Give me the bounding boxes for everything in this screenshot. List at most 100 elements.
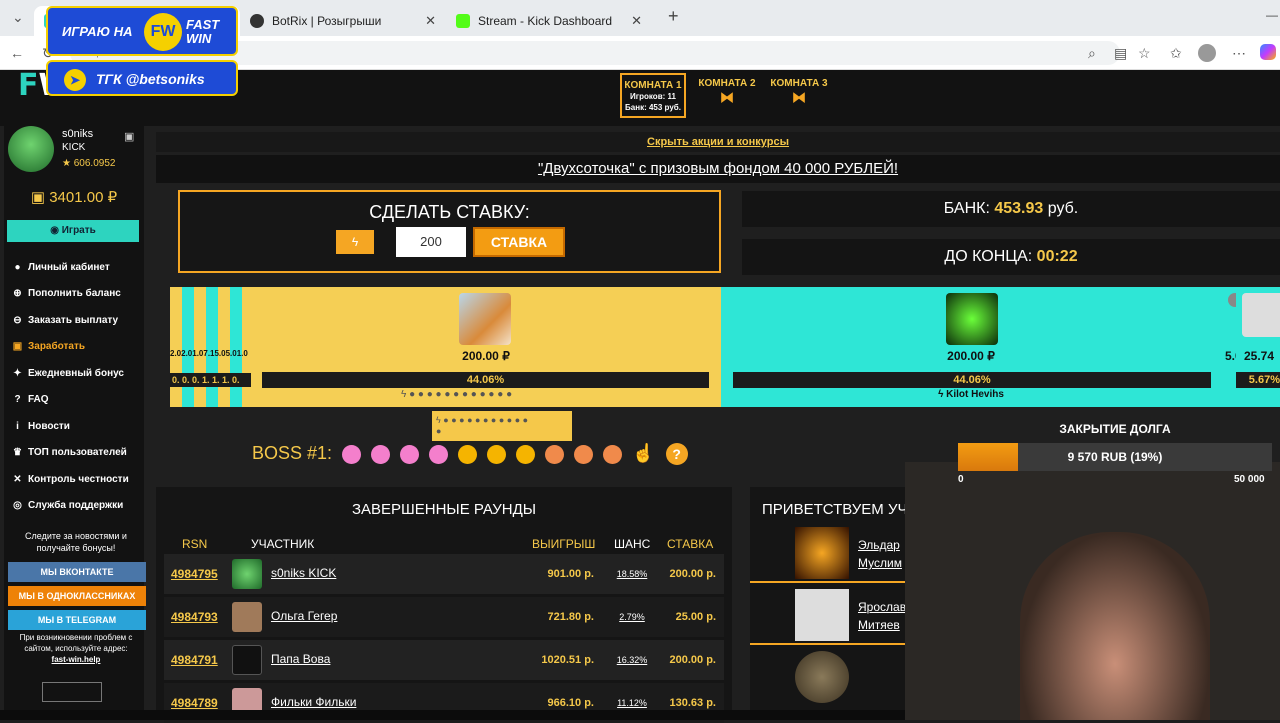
menu-withdraw[interactable]: ⊖ Заказать выплату (12, 307, 142, 334)
user-avatar[interactable] (8, 126, 54, 172)
player-slot-2[interactable]: 200.00 ₽ 44.06% ϟ Kilot Hevihs (721, 287, 1223, 407)
botrix-favicon (250, 14, 264, 28)
menu-faq[interactable]: ? FAQ (12, 387, 142, 414)
bolt-icon: ϟ (351, 235, 359, 249)
promo-headline[interactable]: "Двухсоточка" с призовым фондом 40 000 Р… (538, 160, 898, 177)
th-player: УЧАСТНИК (251, 537, 315, 551)
th-win: ВЫИГРЫШ (532, 537, 596, 551)
welcome-title: ПРИВЕТСТВУЕМ УЧ (762, 501, 908, 518)
player-chance-bar: 44.06% (262, 372, 709, 388)
new-tab-icon[interactable]: + (668, 6, 679, 27)
avatar (795, 589, 849, 641)
favorite-icon[interactable]: ☆ (1138, 45, 1151, 62)
th-chance: ШАНС (614, 537, 651, 551)
table-row[interactable]: 4984795 s0niks KICK 901.00 р. 18.58% 200… (164, 554, 724, 594)
emoji-icon (545, 444, 565, 464)
debt-min: 0 (958, 474, 964, 485)
timer-panel: ДО КОНЦА: 00:22 (742, 239, 1280, 275)
menu-deposit[interactable]: ⊕ Пополнить баланс (12, 281, 142, 308)
tab-label: Stream - Kick Dashboard (478, 14, 613, 28)
help-icon[interactable]: ? (665, 443, 688, 465)
debt-text: 9 570 RUB (19%) (1067, 450, 1163, 464)
player-avatar (1242, 293, 1280, 337)
room-2-tab[interactable]: КОМНАТА 2 ⧓ (694, 73, 760, 118)
player-amount: 200.00 ₽ (947, 349, 995, 363)
help-link[interactable]: fast-win.help (10, 654, 142, 665)
emoji-icon (458, 444, 478, 464)
user-card: s0niks KICK ★ 606.0952 ▣ (4, 126, 144, 186)
plus-icon: ⊕ (13, 288, 22, 300)
player-emoji-row: ϟ ● ● ● ● ● ● ● ● ● ● ● ● (401, 389, 513, 400)
promo-hide-bar: Скрыть акции и конкурсы (156, 132, 1280, 152)
zoom-icon[interactable]: ⌕ (1088, 45, 1096, 62)
avatar (795, 651, 849, 703)
profile-avatar[interactable] (1198, 44, 1216, 62)
welcome-panel: ПРИВЕТСТВУЕМ УЧ Эльдар Муслим Ярослав Ми… (750, 487, 910, 720)
bank-panel: БАНК: 453.93 руб. (742, 191, 1280, 227)
stake-panel: СДЕЛАТЬ СТАВКУ: ϟ 200 СТАВКА (178, 190, 721, 273)
player-chance-bar: 44.06% (733, 372, 1211, 388)
emoji-icon (400, 444, 420, 464)
player-avatar (459, 293, 511, 345)
table-row[interactable]: 4984793 Ольга Гегер 721.80 р. 2.79% 25.0… (164, 597, 724, 637)
tab-label: BotRix | Розыгрыши (272, 14, 382, 28)
minimize-icon[interactable]: — (1266, 8, 1278, 22)
room-3-tab[interactable]: КОМНАТА 3 ⧓ (766, 73, 832, 118)
avatar (232, 645, 262, 675)
back-icon[interactable]: ← (10, 45, 24, 61)
close-tab-icon[interactable]: ✕ (425, 13, 436, 29)
copilot-icon[interactable] (1260, 44, 1276, 60)
more-icon[interactable]: ⋯ (1232, 45, 1246, 62)
thumb-icon: ☝ (632, 443, 655, 463)
tab-botrix[interactable]: BotRix | Розыгрыши ✕ (240, 6, 446, 36)
reader-icon[interactable]: ▤ (1114, 45, 1127, 62)
debt-max: 50 000 (1234, 474, 1265, 485)
fastwin-logo: FW (144, 13, 182, 51)
emoji-icon (342, 444, 362, 464)
sidebar: FWIN s0niks KICK ★ 606.0952 ▣ ▣ 3401.00 … (4, 68, 146, 720)
welcome-user[interactable]: Ярослав Митяев (750, 585, 910, 645)
participant-strip: 2.02.01.07.15.05.01.0 0. 0. 0. 1. 1. 1. … (170, 287, 1280, 407)
qr-icon[interactable] (42, 682, 102, 702)
welcome-user[interactable] (750, 647, 910, 707)
boss-row: BOSS #1: ☝ ? (252, 443, 688, 465)
hide-promo-link[interactable]: Скрыть акции и конкурсы (647, 136, 789, 148)
play-button[interactable]: ◉ Играть (7, 220, 139, 242)
debt-progress-bar: 9 570 RUB (19%) (958, 443, 1272, 471)
tab-kick[interactable]: Stream - Kick Dashboard ✕ (446, 6, 652, 36)
vk-button[interactable]: МЫ ВКОНТАКТЕ (8, 562, 146, 582)
emoji-icon (429, 444, 449, 464)
rounds-title: ЗАВЕРШЕННЫЕ РАУНДЫ (351, 501, 537, 518)
player-amount: 25.74 (1244, 349, 1275, 363)
th-bet: СТАВКА (667, 537, 714, 551)
player-slot-4[interactable]: 25.74 5.67% (1236, 287, 1280, 407)
menu-support[interactable]: ◎ Служба поддержки (12, 493, 142, 520)
menu-fairness[interactable]: ✕ Контроль честности (12, 466, 142, 493)
menu-news[interactable]: i Новости (12, 413, 142, 440)
welcome-user[interactable]: Эльдар Муслим (750, 525, 910, 583)
menu-top-users[interactable]: ♛ ТОП пользователей (12, 440, 142, 467)
room-1-tab[interactable]: КОМНАТА 1 Игроков: 11 Банк: 453 руб. (620, 73, 686, 118)
menu-daily-bonus[interactable]: ✦ Ежедневный бонус (12, 360, 142, 387)
th-rsn: RSN (182, 537, 208, 551)
ok-button[interactable]: МЫ В ОДНОКЛАССНИКАХ (8, 586, 146, 606)
menu-profile[interactable]: ● Личный кабинет (12, 254, 142, 281)
money-icon: ▣ (12, 341, 23, 353)
user-icon: ● (14, 261, 21, 273)
player-slot-1[interactable]: 200.00 ₽ 44.06% ϟ ● ● ● ● ● ● ● ● ● ● ● … (251, 287, 721, 407)
small-players: 2.02.01.07.15.05.01.0 0. 0. 0. 1. 1. 1. … (170, 287, 251, 407)
telegram-button[interactable]: МЫ В TELEGRAM (8, 610, 146, 630)
collections-icon[interactable]: ✩ (1170, 45, 1182, 62)
table-row[interactable]: 4984791 Папа Вова 1020.51 р. 16.32% 200.… (164, 640, 724, 680)
tab-list-icon[interactable]: ⌄ (12, 9, 24, 26)
stake-input[interactable]: 200 (396, 227, 466, 257)
bolt-button[interactable]: ϟ (336, 230, 374, 254)
close-tab-icon[interactable]: ✕ (631, 13, 642, 29)
sidebar-menu: ● Личный кабинет ⊕ Пополнить баланс ⊖ Заказ… (12, 254, 142, 519)
logout-icon[interactable]: ▣ (124, 130, 134, 143)
stake-button[interactable]: СТАВКА (473, 227, 565, 257)
question-icon: ? (14, 394, 21, 406)
follow-text: Следите за новостями и получайте бонусы! (25, 531, 127, 553)
avatar (795, 527, 849, 579)
menu-earn[interactable]: ▣ Заработать (12, 334, 142, 361)
